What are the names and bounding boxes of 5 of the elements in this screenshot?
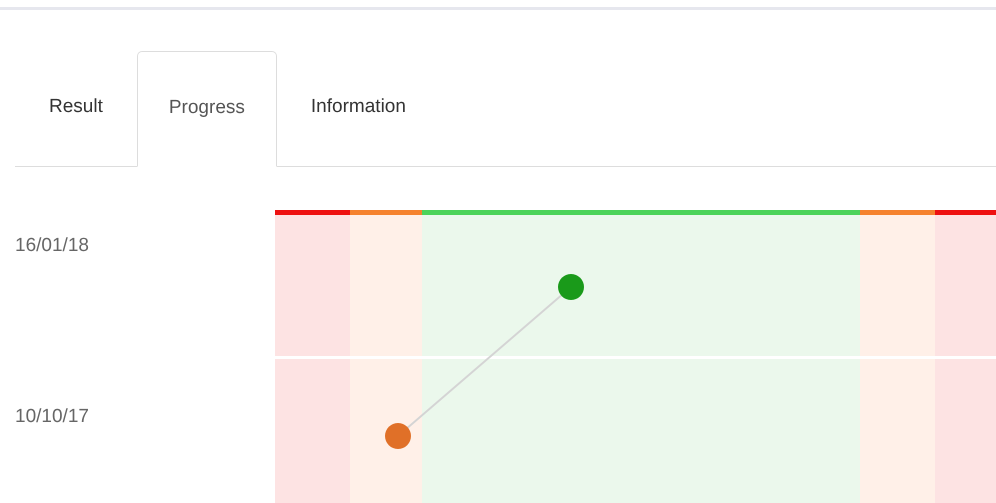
date-label: 16/01/18 bbox=[15, 235, 89, 256]
tab[interactable]: Information bbox=[276, 51, 440, 166]
tab[interactable]: Result bbox=[15, 51, 137, 166]
date-label: 10/10/17 bbox=[15, 406, 89, 427]
tab[interactable]: Progress bbox=[136, 51, 277, 167]
